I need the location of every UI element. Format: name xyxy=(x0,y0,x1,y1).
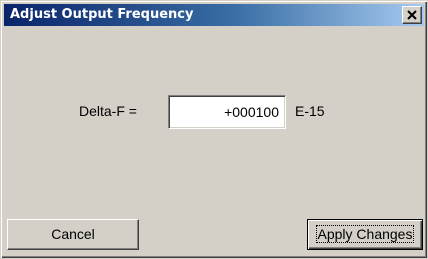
close-button[interactable] xyxy=(402,6,422,24)
adjust-frequency-dialog: Adjust Output Frequency Delta-F = E-15 C… xyxy=(0,0,428,259)
delta-f-label: Delta-F = xyxy=(79,103,137,119)
window-title: Adjust Output Frequency xyxy=(10,7,194,22)
unit-label: E-15 xyxy=(295,103,325,119)
apply-changes-button-label: Apply Changes xyxy=(315,225,415,243)
cancel-button[interactable]: Cancel xyxy=(7,219,139,250)
delta-f-input[interactable] xyxy=(168,95,286,129)
title-bar[interactable]: Adjust Output Frequency xyxy=(4,4,424,26)
cancel-button-label: Cancel xyxy=(51,226,95,242)
apply-changes-button[interactable]: Apply Changes xyxy=(307,219,423,250)
close-x-icon xyxy=(407,10,417,20)
